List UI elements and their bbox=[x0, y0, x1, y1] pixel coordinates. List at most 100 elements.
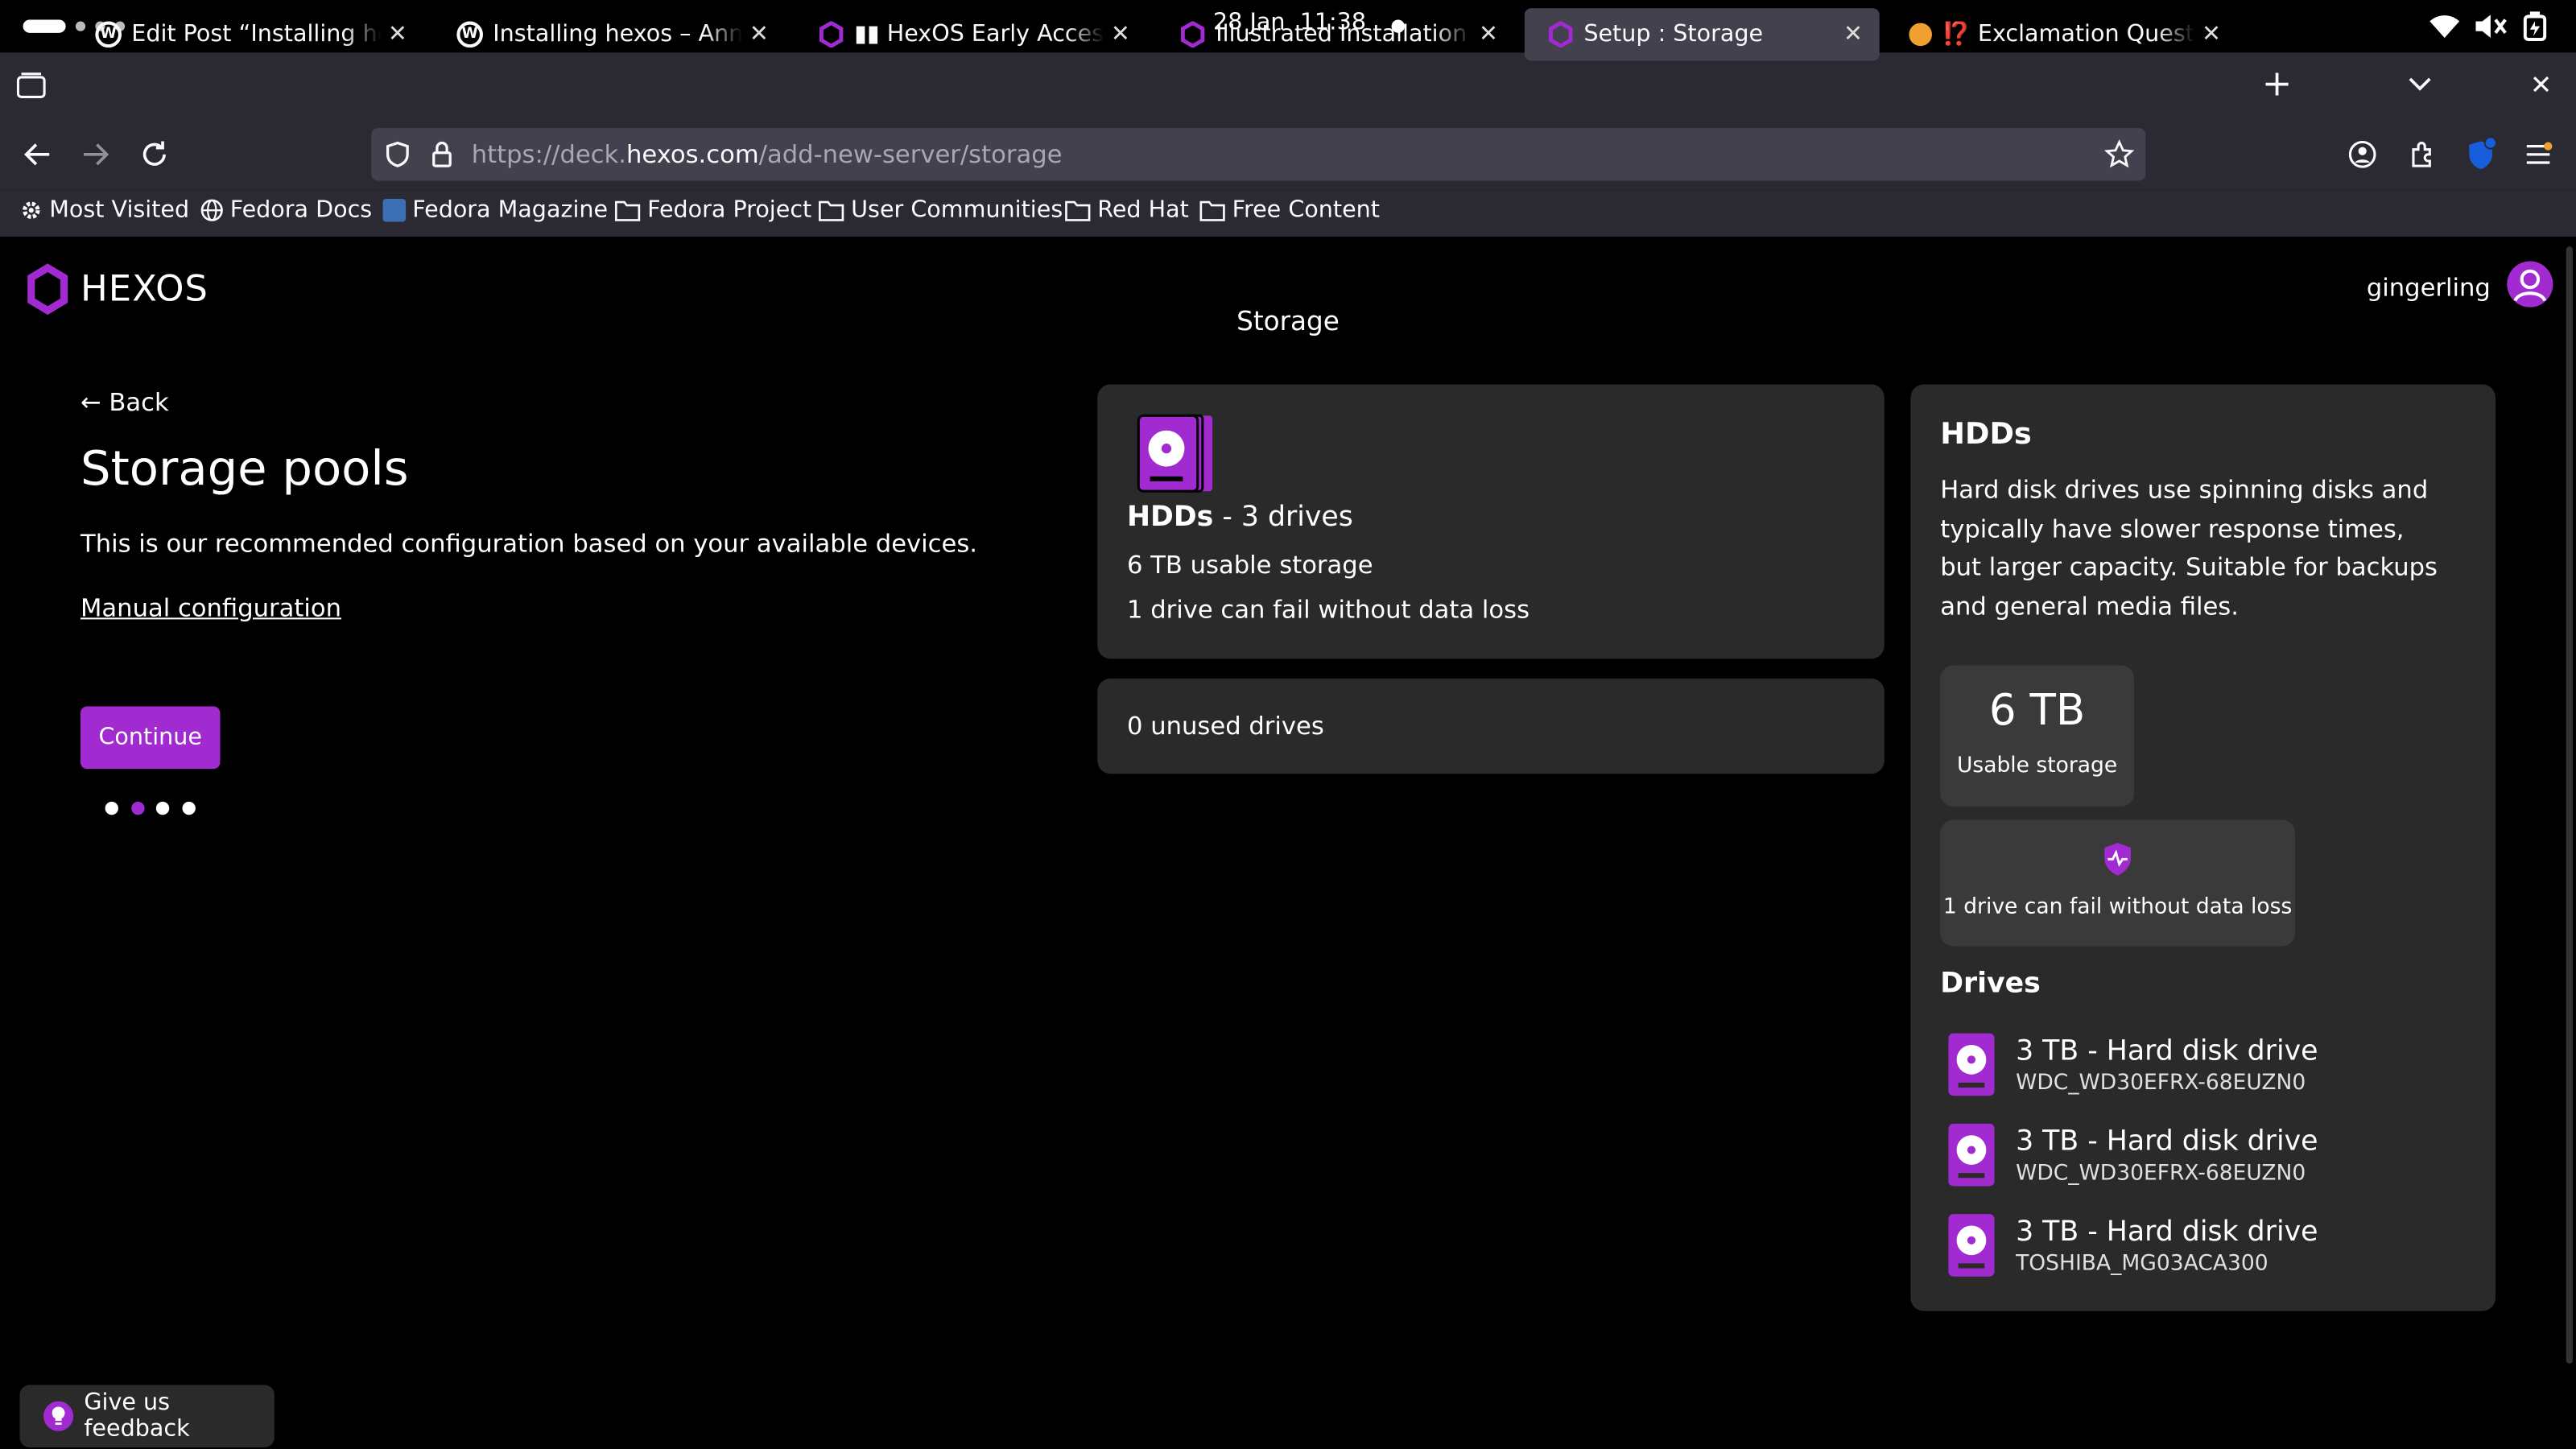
manual-configuration-link[interactable]: Manual configuration bbox=[80, 593, 341, 623]
hexos-icon bbox=[819, 21, 844, 48]
bookmark-most-visited[interactable]: Most Visited bbox=[19, 197, 189, 224]
fault-tolerance-label: 1 drive can fail without data loss bbox=[1942, 895, 2293, 920]
extensions-icon[interactable] bbox=[2407, 139, 2437, 169]
wifi-icon[interactable] bbox=[2428, 13, 2461, 39]
hexos-logo-icon bbox=[27, 263, 68, 316]
bookmark-label: Fedora Docs bbox=[229, 196, 373, 224]
continue-button[interactable]: Continue bbox=[80, 706, 221, 770]
feedback-button[interactable]: Give us feedback bbox=[19, 1385, 275, 1447]
hexos-icon bbox=[1180, 21, 1205, 48]
bookmark-red-hat[interactable]: Red Hat bbox=[1064, 196, 1189, 224]
logo-text: HEXOS bbox=[80, 268, 208, 310]
close-icon[interactable]: ✕ bbox=[2195, 22, 2228, 48]
lock-icon[interactable] bbox=[431, 139, 454, 169]
drive-name: 3 TB - Hard disk drive bbox=[2016, 1034, 2318, 1067]
tab-hexos-early-access[interactable]: ▮▮ HexOS Early Access Pr ✕ bbox=[795, 8, 1147, 60]
folder-icon bbox=[614, 200, 641, 221]
account-icon[interactable] bbox=[2347, 139, 2377, 169]
wordpress-icon: W bbox=[456, 21, 483, 48]
step-dot bbox=[155, 801, 170, 815]
pool-drive-count: - 3 drives bbox=[1213, 501, 1353, 535]
close-icon[interactable]: ✕ bbox=[1104, 22, 1137, 48]
step-dot bbox=[182, 801, 196, 815]
close-icon[interactable]: ✕ bbox=[1472, 22, 1505, 48]
window-close-icon[interactable]: ✕ bbox=[2530, 69, 2552, 101]
details-description: Hard disk drives use spinning disks and … bbox=[1940, 474, 2438, 621]
drive-list-item: 3 TB - Hard disk drive TOSHIBA_MG03ACA300 bbox=[1946, 1204, 2472, 1286]
avatar[interactable] bbox=[2507, 261, 2553, 308]
bookmark-user-communities[interactable]: User Communities bbox=[818, 197, 1063, 224]
tab-title: Illustrated Installation Gu bbox=[1216, 21, 1472, 48]
battery-icon[interactable] bbox=[2523, 11, 2547, 42]
hard-drive-icon bbox=[1948, 1033, 1995, 1096]
bookmark-star-icon[interactable] bbox=[2104, 139, 2135, 169]
bookmark-fedora-magazine[interactable]: Fedora Magazine bbox=[382, 196, 609, 224]
description-text: This is our recommended configuration ba… bbox=[80, 529, 978, 559]
bookmark-free-content[interactable]: Free Content bbox=[1199, 197, 1380, 224]
emoji-icon bbox=[1909, 23, 1932, 47]
tab-title: Edit Post “Installing hexos bbox=[131, 21, 381, 48]
step-dot-active bbox=[131, 801, 145, 815]
tab-title: ▮▮ HexOS Early Access Pr bbox=[854, 21, 1104, 48]
fault-tolerance-card bbox=[1940, 819, 2296, 947]
folder-icon bbox=[1065, 200, 1091, 221]
drive-name: 3 TB - Hard disk drive bbox=[2016, 1124, 2318, 1158]
tab-title: Installing hexos – Anna F bbox=[493, 21, 743, 48]
storage-pools-heading: Storage pools bbox=[80, 440, 409, 497]
tab-installing-hexos[interactable]: W Installing hexos – Anna F ✕ bbox=[434, 8, 786, 60]
hexos-icon bbox=[1549, 21, 1573, 48]
pool-usable-storage: 6 TB usable storage bbox=[1127, 550, 1373, 580]
drives-heading: Drives bbox=[1940, 968, 2041, 1001]
tab-illustrated-guide[interactable]: Illustrated Installation Gu ✕ bbox=[1157, 8, 1515, 60]
close-icon[interactable]: ✕ bbox=[742, 22, 775, 48]
back-arrow-icon[interactable] bbox=[22, 138, 55, 171]
app-menu-icon[interactable] bbox=[2524, 142, 2553, 168]
folder-icon bbox=[1199, 200, 1225, 221]
page-title: Storage bbox=[1236, 305, 1340, 337]
page-scrollbar[interactable] bbox=[2566, 246, 2573, 1364]
close-icon[interactable]: ✕ bbox=[381, 22, 414, 48]
new-tab-button[interactable]: + bbox=[2257, 65, 2297, 105]
hard-drive-icon bbox=[1948, 1123, 1995, 1187]
tracking-shield-icon[interactable] bbox=[383, 139, 413, 169]
url-domain: hexos.com bbox=[625, 139, 759, 170]
tab-exclamation-question[interactable]: ⁉️ Exclamation Question ✕ bbox=[1886, 8, 2238, 60]
list-all-tabs-icon[interactable] bbox=[2405, 72, 2435, 96]
drive-model: WDC_WD30EFRX-68EUZN0 bbox=[2016, 1070, 2306, 1096]
username[interactable]: gingerling bbox=[2317, 273, 2491, 303]
step-dot bbox=[105, 801, 118, 815]
tab-setup-storage[interactable]: Setup : Storage ✕ bbox=[1524, 8, 1880, 61]
hard-drive-icon bbox=[1948, 1214, 1995, 1277]
unused-drives-text: 0 unused drives bbox=[1127, 711, 1324, 741]
bitwarden-shield-icon[interactable] bbox=[2464, 136, 2498, 172]
drive-list-item: 3 TB - Hard disk drive WDC_WD30EFRX-68EUZ… bbox=[1946, 1114, 2472, 1196]
back-link[interactable]: ← Back bbox=[80, 388, 169, 418]
volume-muted-icon[interactable] bbox=[2474, 13, 2507, 39]
tab-title: Setup : Storage bbox=[1583, 21, 1764, 48]
drive-model: WDC_WD30EFRX-68EUZN0 bbox=[2016, 1160, 2306, 1186]
forward-arrow-icon[interactable] bbox=[79, 138, 112, 171]
reload-icon[interactable] bbox=[138, 138, 171, 171]
pool-title: HDDs - 3 drives bbox=[1127, 501, 1353, 534]
drive-model: TOSHIBA_MG03ACA300 bbox=[2016, 1251, 2268, 1276]
hexos-logo[interactable]: HEXOS bbox=[25, 263, 208, 316]
tab-edit-post[interactable]: W Edit Post “Installing hexos ✕ bbox=[72, 8, 424, 60]
folder-icon bbox=[819, 200, 844, 221]
feedback-label: Give us feedback bbox=[84, 1389, 190, 1443]
capacity-value: 6 TB bbox=[1988, 687, 2086, 737]
tab-overview-icon[interactable] bbox=[16, 72, 46, 99]
bookmark-fedora-docs[interactable]: Fedora Docs bbox=[200, 197, 372, 224]
pool-type: HDDs bbox=[1127, 501, 1214, 535]
bookmark-label: User Communities bbox=[851, 196, 1063, 224]
tab-title: ⁉️ Exclamation Question bbox=[1942, 21, 2194, 48]
bookmark-label: Red Hat bbox=[1097, 196, 1189, 224]
details-title: HDDs bbox=[1940, 417, 2032, 452]
drive-list-item: 3 TB - Hard disk drive WDC_WD30EFRX-68EUZ… bbox=[1946, 1023, 2472, 1105]
bookmark-fedora-project[interactable]: Fedora Project bbox=[614, 197, 811, 224]
hdd-stack-icon bbox=[1137, 414, 1219, 493]
close-icon[interactable]: ✕ bbox=[1837, 22, 1870, 48]
url-text[interactable]: https://deck.hexos.com/add-new-server/st… bbox=[472, 139, 1063, 169]
bookmark-label: Fedora Magazine bbox=[412, 196, 609, 224]
gear-icon bbox=[23, 201, 40, 219]
bookmark-label: Free Content bbox=[1232, 196, 1380, 224]
